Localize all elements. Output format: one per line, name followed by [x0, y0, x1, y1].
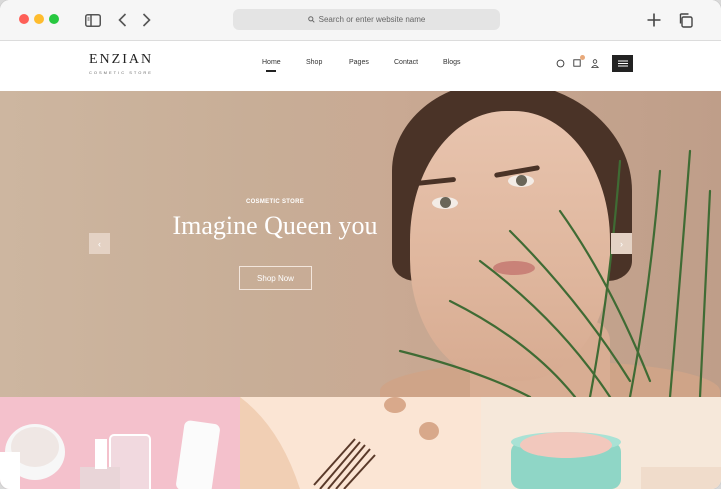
cart-badge — [580, 55, 585, 60]
search-icon — [307, 16, 315, 23]
nav-pages[interactable]: Pages — [349, 59, 369, 66]
palm-leaf-decoration — [398, 149, 712, 397]
address-placeholder: Search or enter website name — [318, 15, 426, 24]
nav-home[interactable]: Home — [262, 59, 281, 66]
nav-contact[interactable]: Contact — [394, 59, 418, 66]
hero-title: Imagine Queen you — [172, 211, 378, 240]
shop-now-button[interactable]: Shop Now — [239, 266, 312, 290]
logo-text: ENZIAN — [89, 52, 154, 67]
browser-window: Search or enter website name ENZIAN COSM… — [0, 0, 721, 489]
cream-jar-image — [511, 432, 721, 489]
skincare-products-image — [0, 420, 220, 489]
minimize-window-button[interactable] — [34, 14, 44, 24]
category-tile-skincare[interactable] — [0, 397, 240, 489]
sidebar-toggle-icon[interactable] — [83, 10, 103, 30]
maximize-window-button[interactable] — [49, 14, 59, 24]
site-logo[interactable]: ENZIAN COSMETIC STORE — [89, 53, 159, 77]
category-tile-makeup[interactable] — [240, 397, 481, 489]
menu-icon[interactable] — [612, 55, 633, 72]
user-icon[interactable] — [589, 57, 601, 69]
browser-toolbar: Search or enter website name — [0, 0, 721, 41]
close-window-button[interactable] — [19, 14, 29, 24]
next-slide-button[interactable]: › — [611, 233, 632, 254]
hero-banner: COSMETIC STORE Imagine Queen you Shop No… — [0, 91, 721, 397]
forward-icon[interactable] — [136, 10, 156, 30]
site-header: ENZIAN COSMETIC STORE Home Shop Pages Co… — [0, 41, 721, 91]
chevron-right-icon: › — [620, 238, 623, 249]
search-icon[interactable] — [554, 57, 566, 69]
category-tile-creams[interactable] — [481, 397, 721, 489]
previous-slide-button[interactable]: ‹ — [89, 233, 110, 254]
hero-subtitle: COSMETIC STORE — [245, 199, 305, 205]
tabs-overview-icon[interactable] — [675, 10, 695, 30]
nav-shop[interactable]: Shop — [306, 59, 322, 66]
logo-tagline: COSMETIC STORE — [89, 70, 153, 75]
address-bar[interactable]: Search or enter website name — [233, 9, 500, 30]
chevron-left-icon: ‹ — [98, 238, 101, 249]
back-icon[interactable] — [112, 10, 132, 30]
nav-blogs[interactable]: Blogs — [443, 59, 461, 66]
new-tab-icon[interactable] — [644, 10, 664, 30]
active-nav-indicator — [266, 70, 276, 72]
makeup-brush-image — [240, 397, 439, 489]
